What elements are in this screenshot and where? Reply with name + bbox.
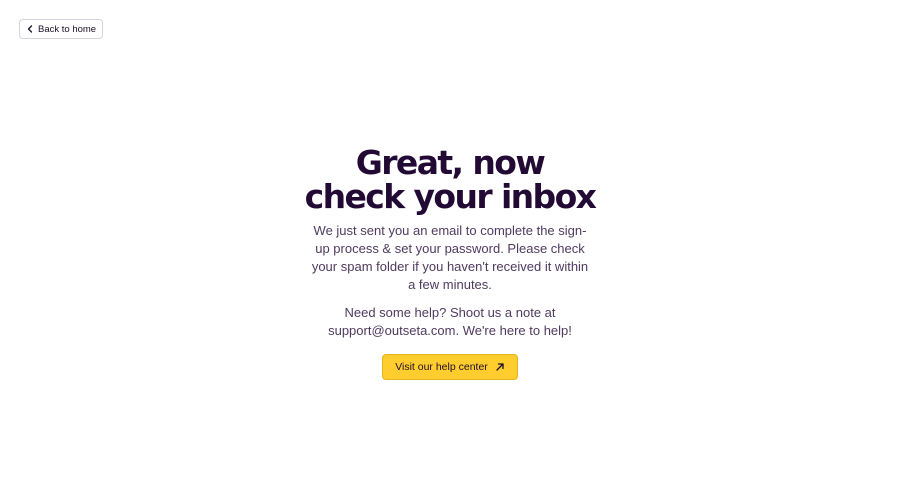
visit-help-center-label: Visit our help center <box>395 361 488 373</box>
confirmation-panel: Great, now check your inbox We just sent… <box>0 146 900 380</box>
headline-line-2: check your inbox <box>304 177 597 216</box>
chevron-left-icon <box>26 25 33 33</box>
arrow-up-right-icon <box>495 362 505 372</box>
back-to-home-label: Back to home <box>38 23 97 35</box>
visit-help-center-button[interactable]: Visit our help center <box>382 354 518 380</box>
back-to-home-button[interactable]: Back to home <box>19 19 104 39</box>
confirmation-message: We just sent you an email to complete th… <box>311 223 589 292</box>
page-title: Great, now check your inbox <box>304 146 597 216</box>
help-message: Need some help? Shoot us a note at suppo… <box>328 305 572 338</box>
